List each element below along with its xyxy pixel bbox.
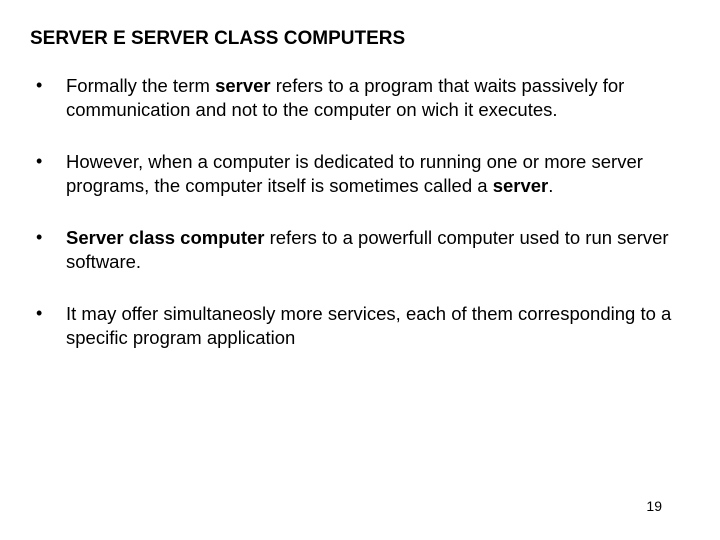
text-run: Formally the term [66, 75, 215, 96]
page-number: 19 [646, 498, 662, 514]
text-run: . [548, 175, 553, 196]
list-item: However, when a computer is dedicated to… [30, 150, 690, 198]
bullet-list: Formally the term server refers to a pro… [30, 74, 690, 350]
text-run: However, when a computer is dedicated to… [66, 151, 643, 196]
list-item: It may offer simultaneosly more services… [30, 302, 690, 350]
slide-title: SERVER E SERVER CLASS COMPUTERS [30, 28, 690, 50]
list-item: Formally the term server refers to a pro… [30, 74, 690, 122]
list-item: Server class computer refers to a powerf… [30, 226, 690, 274]
text-run-bold: server [493, 175, 549, 196]
text-run-bold: Server class computer [66, 227, 264, 248]
slide: SERVER E SERVER CLASS COMPUTERS Formally… [0, 0, 720, 540]
text-run-bold: server [215, 75, 271, 96]
text-run: It may offer simultaneosly more services… [66, 303, 671, 348]
